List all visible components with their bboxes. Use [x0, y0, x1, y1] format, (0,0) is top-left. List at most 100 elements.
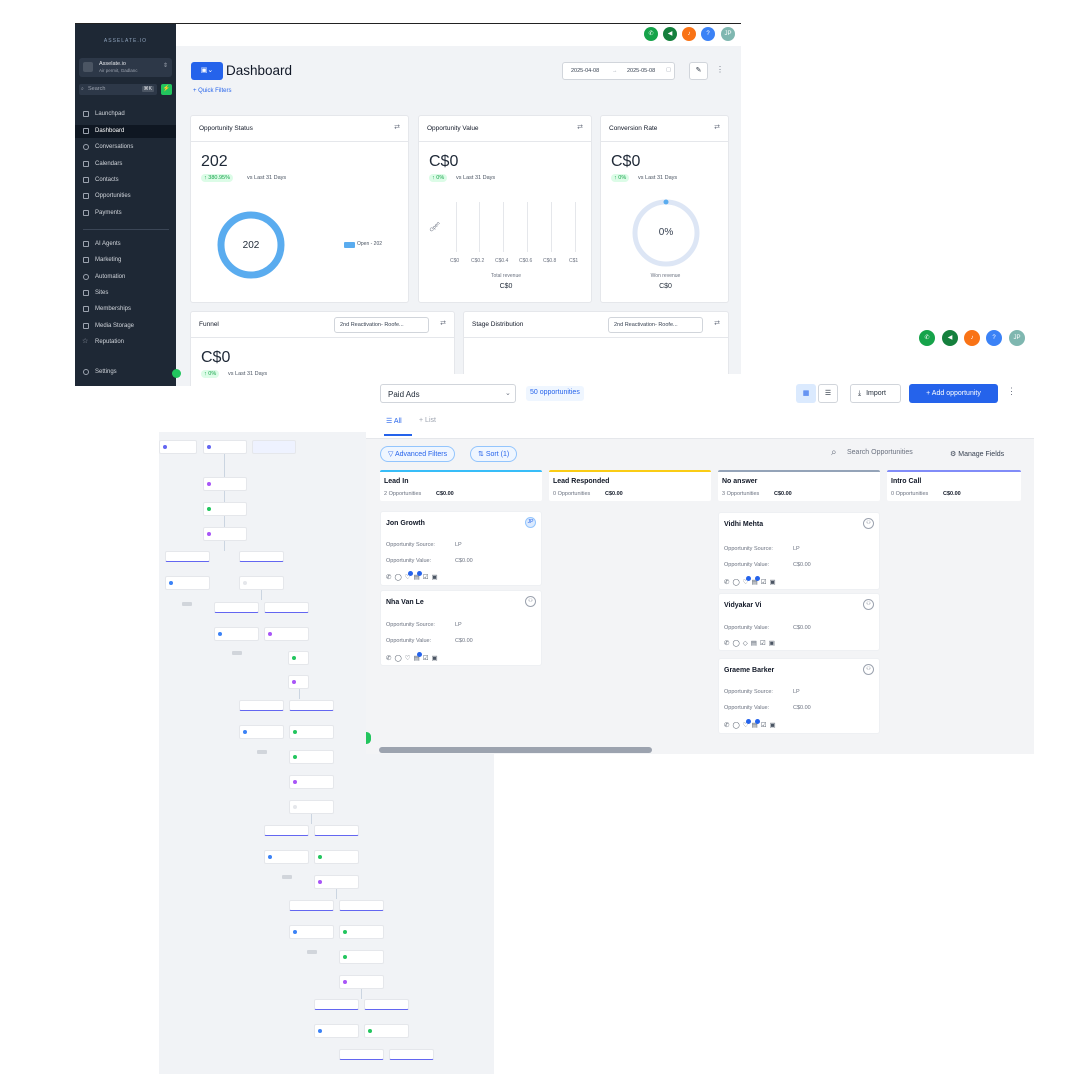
search-input[interactable]: ⌕ Search ⌘K: [79, 84, 157, 95]
workflow-node[interactable]: [264, 627, 309, 641]
workflow-node[interactable]: [289, 775, 334, 789]
advanced-filters-button[interactable]: ▽ Advanced Filters: [380, 446, 456, 462]
task-icon[interactable]: ☑: [423, 574, 432, 581]
workflow-node[interactable]: [203, 477, 247, 491]
pipeline-select[interactable]: Paid Ads ⌄: [380, 384, 516, 403]
sidebar-item-payments[interactable]: Payments: [75, 207, 176, 220]
workflow-node[interactable]: [288, 675, 309, 689]
sidebar-item-launchpad[interactable]: Launchpad: [75, 108, 176, 121]
workflow-node[interactable]: [165, 576, 210, 590]
help-icon[interactable]: ?: [701, 27, 715, 41]
sidebar-item-reputation[interactable]: ☆ Reputation: [75, 336, 176, 349]
quick-action-bolt-icon[interactable]: ⚡: [161, 84, 172, 95]
workflow-node[interactable]: [289, 925, 334, 939]
opportunity-card[interactable]: Vidyakar Vi ⚇ Opportunity Value: C$0.00 ✆…: [718, 593, 880, 651]
task-icon[interactable]: ☑: [761, 722, 770, 729]
workflow-node[interactable]: [288, 651, 309, 665]
add-trigger-node[interactable]: [252, 440, 296, 454]
workflow-branch-node[interactable]: [389, 1049, 434, 1060]
workflow-branch-node[interactable]: [314, 999, 359, 1010]
workflow-node[interactable]: [264, 850, 309, 864]
add-opportunity-button[interactable]: + Add opportunity: [909, 384, 998, 403]
task-icon[interactable]: ☑: [423, 655, 432, 662]
assign-user-icon[interactable]: ⚇: [863, 664, 874, 675]
sidebar-collapse-button[interactable]: [366, 732, 371, 744]
workflow-branch-node[interactable]: [339, 900, 384, 911]
opportunity-card[interactable]: Graeme Barker ⚇ Opportunity Source: LP Op…: [718, 658, 880, 734]
workflow-node[interactable]: [203, 502, 247, 516]
phone-icon[interactable]: ✆: [644, 27, 658, 41]
sort-button[interactable]: ⇅ Sort (1): [470, 446, 518, 462]
horizontal-scrollbar[interactable]: [379, 747, 652, 753]
workflow-node[interactable]: [314, 850, 359, 864]
workflow-branch-node[interactable]: [289, 900, 334, 911]
calendar-icon[interactable]: ▣: [432, 655, 441, 662]
workflow-node[interactable]: [289, 800, 334, 814]
dashboard-switcher-button[interactable]: ▣⌄: [191, 62, 223, 80]
account-switcher[interactable]: Asselate.io Air permit, Gadlanc ⇕: [79, 58, 172, 77]
sidebar-item-memberships[interactable]: Memberships: [75, 303, 176, 316]
workflow-node[interactable]: [203, 440, 247, 454]
tag-icon[interactable]: ♡: [405, 571, 414, 581]
workflow-node[interactable]: [289, 750, 334, 764]
workflow-branch-node[interactable]: [264, 602, 309, 613]
manage-fields-button[interactable]: ⚙ Manage Fields: [950, 450, 1004, 458]
calendar-icon[interactable]: ▣: [432, 574, 441, 581]
sidebar-item-dashboard[interactable]: Dashboard: [75, 125, 176, 138]
note-icon[interactable]: ▤: [414, 571, 423, 581]
swap-icon[interactable]: ⇄: [714, 123, 720, 131]
avatar[interactable]: JP: [1009, 330, 1025, 346]
calendar-icon[interactable]: ▣: [770, 722, 779, 729]
opportunity-card[interactable]: Jon Growth JP Opportunity Source: LP Oppo…: [380, 511, 542, 586]
note-icon[interactable]: ▤: [414, 652, 423, 662]
workflow-node[interactable]: [339, 925, 384, 939]
workflow-node[interactable]: [339, 975, 384, 989]
sidebar-item-calendars[interactable]: Calendars: [75, 158, 176, 171]
calendar-icon[interactable]: ▣: [769, 640, 778, 647]
edit-pencil-button[interactable]: ✎: [689, 62, 708, 80]
grid-view-icon[interactable]: ▦: [796, 384, 816, 403]
workflow-branch-node[interactable]: [289, 700, 334, 711]
quick-filters-link[interactable]: + Quick Filters: [193, 88, 232, 94]
swap-icon[interactable]: ⇄: [394, 123, 400, 131]
chat-icon[interactable]: ◯: [732, 640, 742, 647]
workflow-node[interactable]: [289, 725, 334, 739]
megaphone-icon[interactable]: ◀: [663, 27, 677, 41]
workflow-node[interactable]: [364, 1024, 409, 1038]
workflow-branch-node[interactable]: [314, 825, 359, 836]
tag-icon[interactable]: ♡: [743, 719, 752, 729]
chat-icon[interactable]: ◯: [732, 722, 742, 729]
list-view-icon[interactable]: ☰: [818, 384, 838, 403]
chat-icon[interactable]: ◯: [394, 655, 404, 662]
note-icon[interactable]: ▤: [752, 576, 761, 586]
tag-icon[interactable]: ♡: [405, 655, 414, 662]
sidebar-item-marketing[interactable]: Marketing: [75, 254, 176, 267]
sidebar-item-opportunities[interactable]: Opportunities: [75, 190, 176, 203]
workflow-branch-node[interactable]: [165, 551, 210, 562]
sidebar-item-conversations[interactable]: Conversations: [75, 141, 176, 154]
tag-icon[interactable]: ♡: [743, 576, 752, 586]
tab-list[interactable]: + List: [419, 417, 436, 424]
pipeline-select[interactable]: 2nd Reactivation- Roofe...: [608, 317, 703, 333]
avatar[interactable]: JP: [721, 27, 735, 41]
opportunity-card[interactable]: Vidhi Mehta ⚇ Opportunity Source: LP Oppo…: [718, 512, 880, 590]
tab-all[interactable]: ☰ All: [386, 417, 402, 425]
megaphone-icon[interactable]: ◀: [942, 330, 958, 346]
sidebar-item-settings[interactable]: Settings: [75, 366, 176, 379]
workflow-node[interactable]: [214, 627, 259, 641]
workflow-branch-node[interactable]: [239, 551, 284, 562]
task-icon[interactable]: ☑: [760, 640, 769, 647]
help-icon[interactable]: ?: [986, 330, 1002, 346]
sidebar-item-sites[interactable]: Sites: [75, 287, 176, 300]
workflow-node[interactable]: [314, 875, 359, 889]
sidebar-item-ai-agents[interactable]: AI Agents: [75, 238, 176, 251]
date-range-picker[interactable]: 2025-04-08 → 2025-05-08 ▢: [562, 62, 675, 80]
bell-icon[interactable]: ♪: [964, 330, 980, 346]
search-opportunities-input[interactable]: ⌕ Search Opportunities: [825, 445, 940, 463]
note-icon[interactable]: ▤: [751, 640, 760, 647]
workflow-node[interactable]: [339, 950, 384, 964]
workflow-node[interactable]: [159, 440, 197, 454]
import-button[interactable]: ⤓ Import: [850, 384, 901, 403]
opportunity-card[interactable]: Nha Van Le ⚇ Opportunity Source: LP Oppor…: [380, 590, 542, 666]
workflow-branch-node[interactable]: [264, 825, 309, 836]
